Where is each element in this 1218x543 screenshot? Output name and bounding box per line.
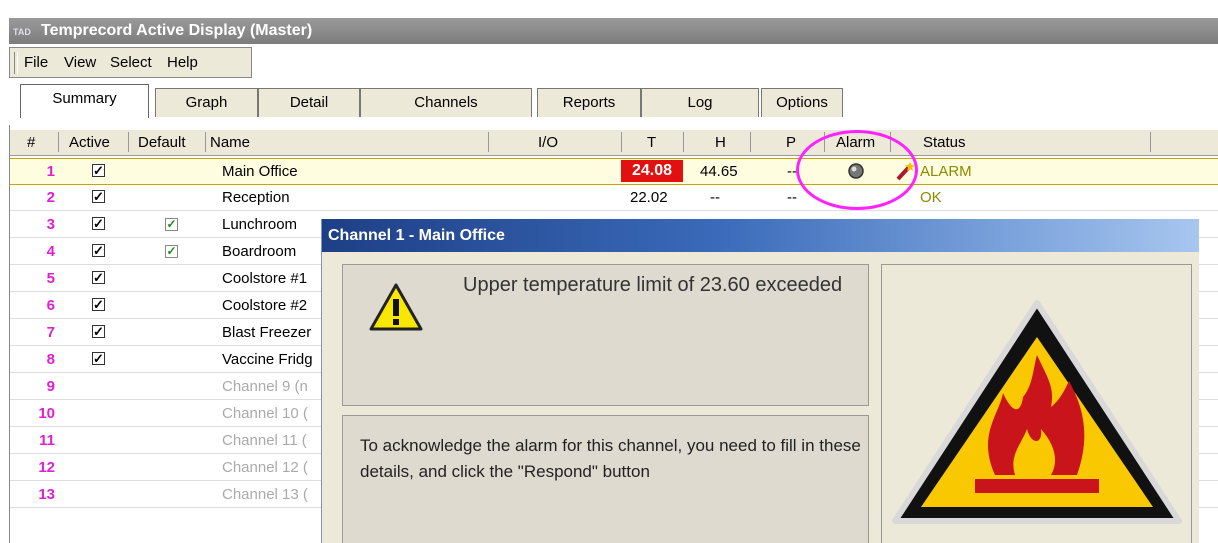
acknowledge-panel: To acknowledge the alarm for this channe… xyxy=(342,415,869,543)
channel-name: Channel 10 ( xyxy=(222,405,308,422)
col-separator[interactable] xyxy=(621,132,622,152)
window-titlebar: TAD Temprecord Active Display (Master) xyxy=(9,18,1218,44)
channel-name: Main Office xyxy=(222,163,298,180)
window-title: Temprecord Active Display (Master) xyxy=(41,22,313,39)
menu-view[interactable]: View xyxy=(64,54,96,71)
app-logo-icon: TAD xyxy=(13,27,31,37)
table-row[interactable]: 2 ✓ Reception 22.02 -- -- OK xyxy=(10,185,1218,211)
humidity-value: -- xyxy=(710,189,720,206)
hazard-image-panel xyxy=(881,264,1192,543)
row-number: 9 xyxy=(46,378,55,395)
col-separator[interactable] xyxy=(488,132,489,152)
row-number: 13 xyxy=(38,486,55,503)
col-h[interactable]: H xyxy=(715,134,726,151)
col-default[interactable]: Default xyxy=(138,134,186,151)
tab-log[interactable]: Log xyxy=(641,88,759,117)
channel-name: Coolstore #2 xyxy=(222,297,308,314)
active-checkbox[interactable]: ✓ xyxy=(92,325,105,338)
channel-name: Channel 11 ( xyxy=(222,432,307,449)
warning-triangle-icon xyxy=(368,282,424,336)
channel-name: Lunchroom xyxy=(222,216,298,233)
col-name[interactable]: Name xyxy=(210,134,250,151)
menu-select[interactable]: Select xyxy=(110,54,152,71)
row-number: 3 xyxy=(46,216,55,233)
tab-options[interactable]: Options xyxy=(761,88,843,117)
channel-name: Reception xyxy=(222,189,290,206)
col-separator[interactable] xyxy=(205,132,206,152)
active-checkbox[interactable]: ✓ xyxy=(92,298,105,311)
temperature-value: 24.08 xyxy=(621,160,683,182)
tab-channels[interactable]: Channels xyxy=(360,88,532,117)
pressure-value: -- xyxy=(787,189,797,206)
col-io[interactable]: I/O xyxy=(538,134,558,151)
active-checkbox[interactable]: ✓ xyxy=(92,244,105,257)
status-text: ALARM xyxy=(920,163,972,180)
row-number: 7 xyxy=(46,324,55,341)
table-row[interactable]: 1 ✓ Main Office 24.08 44.65 -- ALARM xyxy=(10,158,1218,185)
menu-help[interactable]: Help xyxy=(167,54,198,71)
col-separator[interactable] xyxy=(1150,132,1151,152)
fire-warning-icon xyxy=(887,295,1187,529)
col-status[interactable]: Status xyxy=(923,134,966,151)
col-num[interactable]: # xyxy=(27,134,35,151)
row-number: 10 xyxy=(38,405,55,422)
col-separator[interactable] xyxy=(128,132,129,152)
col-separator[interactable] xyxy=(58,132,59,152)
default-checkbox[interactable]: ✓ xyxy=(165,245,178,258)
row-number: 5 xyxy=(46,270,55,287)
channel-name: Blast Freezer xyxy=(222,324,312,341)
row-number: 6 xyxy=(46,297,55,314)
alarm-dialog: Channel 1 - Main Office Upper temperatur… xyxy=(321,219,1199,543)
active-checkbox[interactable]: ✓ xyxy=(92,190,105,203)
grid-header: # Active Default Name I/O T H P Alarm St… xyxy=(10,130,1218,156)
alarm-message-panel: Upper temperature limit of 23.60 exceede… xyxy=(342,264,869,406)
status-text: OK xyxy=(920,189,942,206)
channel-name: Channel 12 ( xyxy=(222,459,308,476)
active-checkbox[interactable]: ✓ xyxy=(92,352,105,365)
col-p[interactable]: P xyxy=(786,134,796,151)
channel-name: Vaccine Fridg xyxy=(222,351,313,368)
humidity-value: 44.65 xyxy=(700,163,738,180)
row-number: 2 xyxy=(46,189,55,206)
tab-reports[interactable]: Reports xyxy=(537,88,641,117)
channel-name: Channel 9 (n xyxy=(222,378,308,395)
col-active[interactable]: Active xyxy=(69,134,110,151)
menu-grip xyxy=(14,52,18,74)
dialog-title: Channel 1 - Main Office xyxy=(322,219,1199,252)
active-checkbox[interactable]: ✓ xyxy=(92,164,105,177)
col-separator[interactable] xyxy=(683,132,684,152)
col-t[interactable]: T xyxy=(647,134,656,151)
channel-name: Coolstore #1 xyxy=(222,270,308,287)
tab-strip: Summary Graph Detail Channels Reports Lo… xyxy=(9,84,1218,119)
row-number: 11 xyxy=(39,432,55,449)
row-number: 12 xyxy=(38,459,55,476)
temperature-value: 22.02 xyxy=(630,189,668,206)
channel-name: Boardroom xyxy=(222,243,297,260)
alarm-highlight-circle xyxy=(796,130,918,210)
tab-detail[interactable]: Detail xyxy=(258,88,360,117)
active-checkbox[interactable]: ✓ xyxy=(92,271,105,284)
tab-graph[interactable]: Graph xyxy=(155,88,258,117)
col-separator[interactable] xyxy=(750,132,751,152)
active-checkbox[interactable]: ✓ xyxy=(92,217,105,230)
channel-name: Channel 13 ( xyxy=(222,486,308,503)
menu-file[interactable]: File xyxy=(24,54,48,71)
default-checkbox[interactable]: ✓ xyxy=(165,218,178,231)
menu-bar: File View Select Help xyxy=(9,47,252,78)
alarm-message: Upper temperature limit of 23.60 exceede… xyxy=(463,274,843,296)
row-number: 8 xyxy=(46,351,55,368)
row-number: 4 xyxy=(46,243,55,260)
tab-summary[interactable]: Summary xyxy=(20,84,149,118)
row-number: 1 xyxy=(46,163,55,180)
acknowledge-instructions: To acknowledge the alarm for this channe… xyxy=(360,436,861,481)
